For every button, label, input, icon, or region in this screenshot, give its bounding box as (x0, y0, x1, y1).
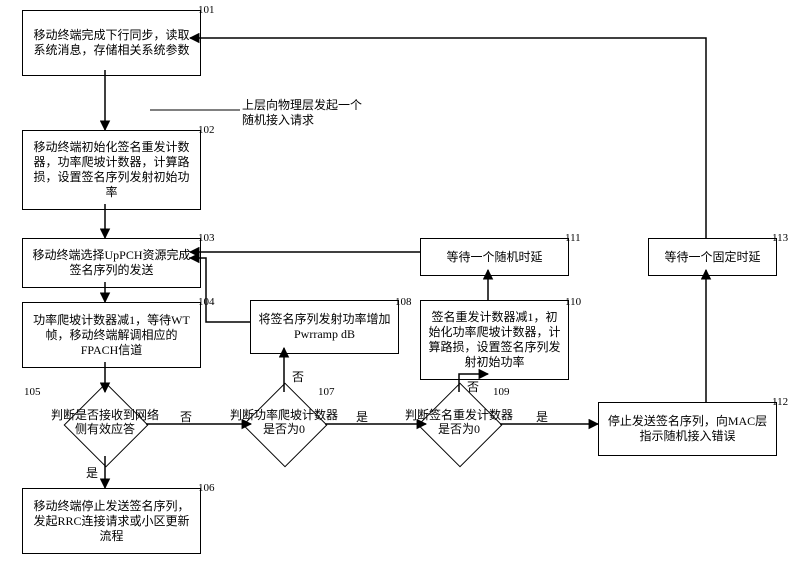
node-101-num: 101 (198, 4, 215, 16)
node-105-num: 105 (24, 386, 41, 398)
node-110-num: 110 (565, 296, 581, 308)
node-103-num: 103 (198, 232, 215, 244)
node-109-num: 109 (493, 386, 510, 398)
node-103-text: 移动终端选择UpPCH资源完成签名序列的发送 (29, 248, 194, 278)
node-102: 移动终端初始化签名重发计数器，功率爬坡计数器，计算路损，设置签名序列发射初始功率 (22, 130, 201, 210)
node-104-num: 104 (198, 296, 215, 308)
node-112-text: 停止发送签名序列，向MAC层指示随机接入错误 (605, 414, 770, 444)
node-106-text: 移动终端停止发送签名序列，发起RRC连接请求或小区更新流程 (29, 499, 194, 544)
node-106-num: 106 (198, 482, 215, 494)
node-112-num: 112 (772, 396, 788, 408)
node-105 (64, 383, 149, 468)
node-113-num: 113 (772, 232, 788, 244)
edge-109-no: 否 (467, 378, 479, 395)
node-104: 功率爬坡计数器减1，等待WT帧，移动终端解调相应的FPACH信道 (22, 302, 201, 368)
flowchart-canvas: 移动终端完成下行同步，读取系统消息，存储相关系统参数 101 移动终端初始化签名… (0, 0, 800, 562)
edge-105-yes: 是 (86, 464, 98, 481)
edge-107-yes: 是 (356, 408, 368, 425)
node-112: 停止发送签名序列，向MAC层指示随机接入错误 (598, 402, 777, 456)
node-113: 等待一个固定时延 (648, 238, 777, 276)
edge-109-yes: 是 (536, 408, 548, 425)
edge-107-no: 否 (292, 368, 304, 385)
node-104-text: 功率爬坡计数器减1，等待WT帧，移动终端解调相应的FPACH信道 (29, 313, 194, 358)
node-102-num: 102 (198, 124, 215, 136)
node-110-text: 签名重发计数器减1，初始化功率爬坡计数器，计算路损，设置签名序列发射初始功率 (427, 310, 562, 370)
node-110: 签名重发计数器减1，初始化功率爬坡计数器，计算路损，设置签名序列发射初始功率 (420, 300, 569, 380)
node-108-num: 108 (395, 296, 412, 308)
node-107-num: 107 (318, 386, 335, 398)
edge-105-no: 否 (180, 408, 192, 425)
node-108: 将签名序列发射功率增加Pwrramp dB (250, 300, 399, 354)
node-106: 移动终端停止发送签名序列，发起RRC连接请求或小区更新流程 (22, 488, 201, 554)
node-111: 等待一个随机时延 (420, 238, 569, 276)
node-102-text: 移动终端初始化签名重发计数器，功率爬坡计数器，计算路损，设置签名序列发射初始功率 (29, 140, 194, 200)
node-108-text: 将签名序列发射功率增加Pwrramp dB (257, 312, 392, 342)
node-101-text: 移动终端完成下行同步，读取系统消息，存储相关系统参数 (29, 28, 194, 58)
node-107 (243, 383, 328, 468)
node-111-text: 等待一个随机时延 (446, 250, 542, 265)
node-101: 移动终端完成下行同步，读取系统消息，存储相关系统参数 (22, 10, 201, 76)
node-113-text: 等待一个固定时延 (664, 250, 760, 265)
callout-request: 上层向物理层发起一个随机接入请求 (242, 98, 372, 128)
node-109 (418, 383, 503, 468)
node-111-num: 111 (565, 232, 581, 244)
node-103: 移动终端选择UpPCH资源完成签名序列的发送 (22, 238, 201, 288)
